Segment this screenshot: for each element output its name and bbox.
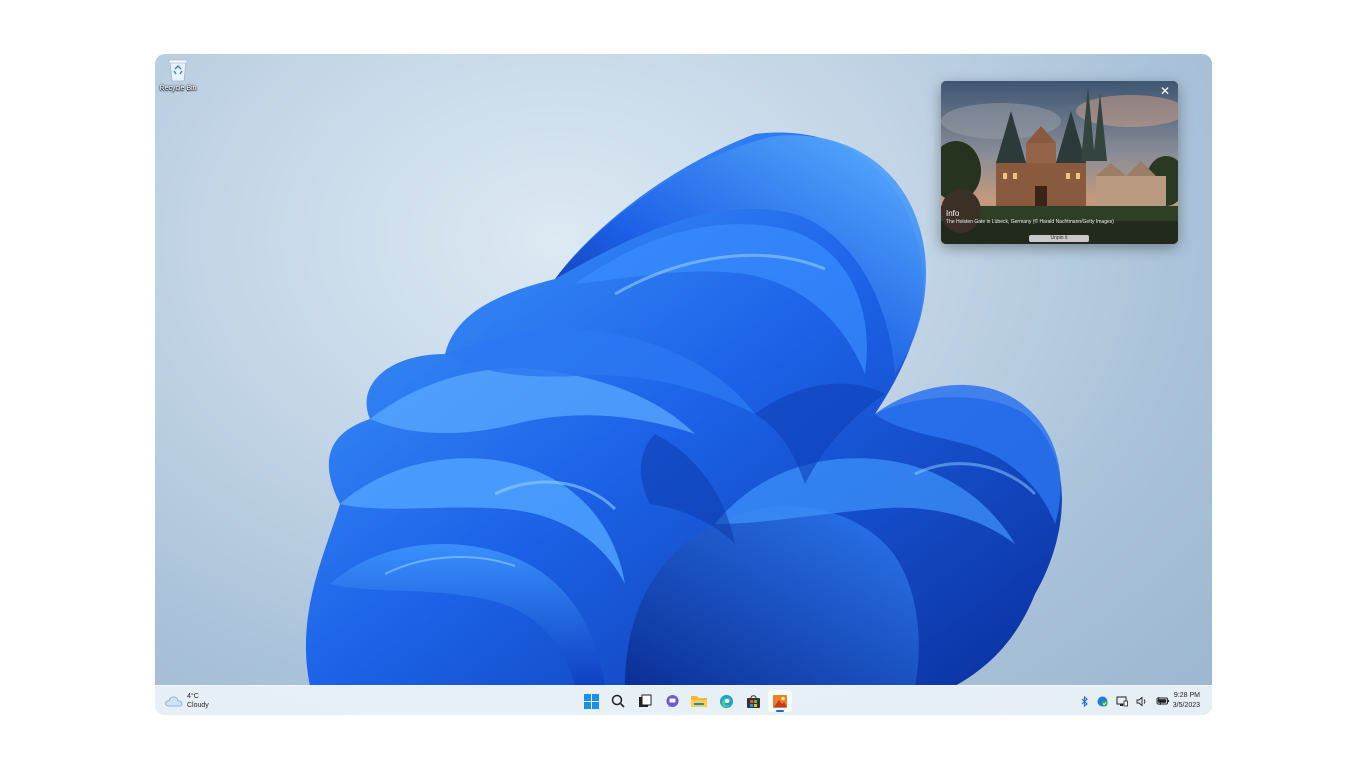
battery-icon xyxy=(1156,696,1169,706)
bluetooth-button[interactable] xyxy=(1081,695,1089,707)
store-button[interactable] xyxy=(741,690,765,712)
info-popup: ✕ Info The Holsten Gate in Lübeck, Germa… xyxy=(941,81,1178,244)
defender-icon xyxy=(1097,696,1108,706)
clock[interactable]: 9:28 PM 3/5/2023 xyxy=(1173,691,1200,711)
edge-icon xyxy=(719,694,733,708)
system-tray xyxy=(1081,692,1178,710)
search-button[interactable] xyxy=(606,690,630,712)
windows-logo-icon xyxy=(583,693,599,709)
volume-icon xyxy=(1136,696,1146,706)
close-icon[interactable]: ✕ xyxy=(1160,85,1170,97)
task-view-icon xyxy=(639,694,652,707)
weather-widget[interactable]: 4°C Cloudy xyxy=(165,690,209,712)
chat-button[interactable] xyxy=(660,690,684,712)
task-view-button[interactable] xyxy=(633,690,657,712)
desktop: Recycle Bin ✕ Info The Holsten Gate in L… xyxy=(155,54,1212,715)
recycle-bin-icon xyxy=(168,59,188,82)
file-explorer-button[interactable] xyxy=(687,690,711,712)
search-icon xyxy=(611,694,625,708)
info-caption: The Holsten Gate in Lübeck, Germany (© H… xyxy=(946,219,1114,225)
unpin-button[interactable]: Unpin it xyxy=(1029,235,1089,242)
cloud-icon xyxy=(165,696,183,707)
clock-time: 9:28 PM xyxy=(1173,692,1200,699)
taskbar: 4°C Cloudy 9:28 PM 3/5/2023 xyxy=(155,685,1212,715)
info-title: Info xyxy=(946,209,960,218)
wallpaper-app-button[interactable] xyxy=(768,690,792,712)
network-button[interactable] xyxy=(1116,696,1128,707)
network-icon xyxy=(1116,696,1128,706)
folder-icon xyxy=(691,696,707,707)
recycle-bin-label: Recycle Bin xyxy=(159,85,197,92)
chat-icon xyxy=(666,694,678,707)
start-button[interactable] xyxy=(579,690,603,712)
edge-button[interactable] xyxy=(714,690,738,712)
defender-button[interactable] xyxy=(1097,696,1108,707)
active-indicator xyxy=(776,710,784,712)
bluetooth-icon xyxy=(1081,695,1088,707)
battery-button[interactable] xyxy=(1156,696,1170,706)
taskbar-apps xyxy=(579,690,795,712)
recycle-bin[interactable]: Recycle Bin xyxy=(158,58,198,102)
weather-condition: Cloudy xyxy=(187,702,209,709)
wallpaper-app-icon xyxy=(773,694,787,708)
clock-date: 3/5/2023 xyxy=(1172,702,1200,709)
weather-temperature: 4°C xyxy=(187,693,199,700)
store-icon xyxy=(746,694,760,708)
volume-button[interactable] xyxy=(1136,696,1148,707)
